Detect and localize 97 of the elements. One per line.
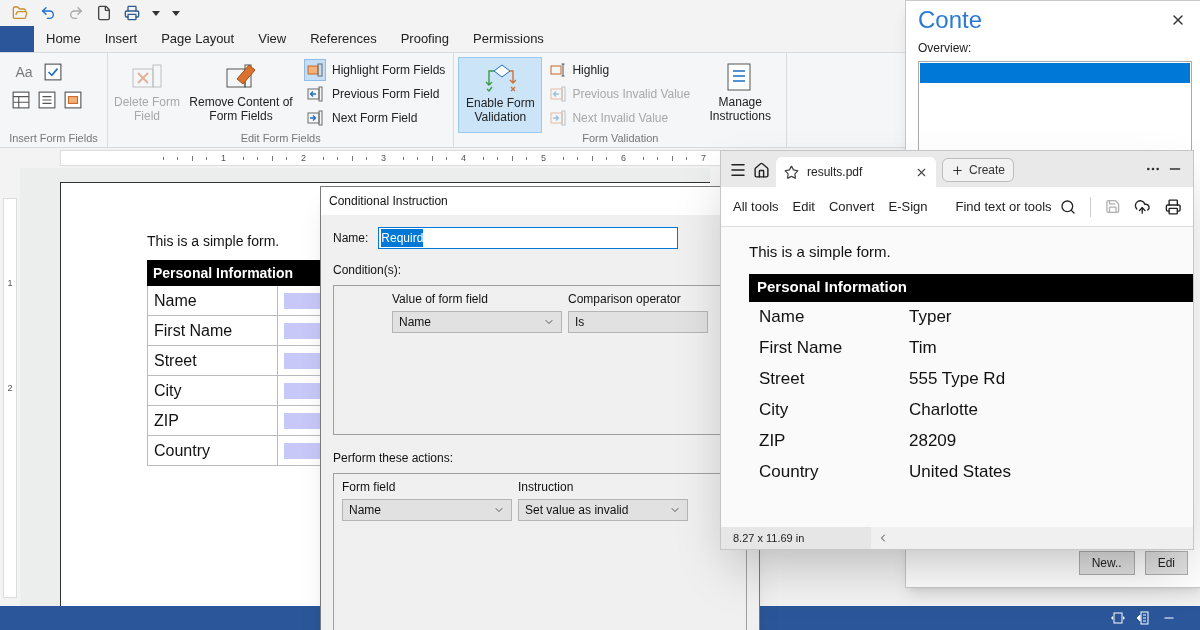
text-field-button[interactable]: Aa	[12, 61, 36, 83]
table-cell-text: United States	[909, 461, 1012, 484]
toolbar-menu-item[interactable]: Convert	[828, 196, 875, 217]
star-icon[interactable]	[784, 164, 799, 180]
field-left-arrow-icon	[550, 86, 567, 102]
table-cell: Street	[147, 346, 277, 376]
table-cell-text: First Name	[758, 337, 844, 360]
table-header: Personal Information	[749, 273, 1193, 302]
column-header: Instruction	[518, 479, 575, 496]
ruler-number: 5	[540, 153, 546, 163]
overview-label: Overview:	[918, 40, 972, 57]
page-size-label: 8.27 x 11.69 in	[721, 527, 871, 549]
ribbon-button[interactable]: Remove Content of Form Fields	[186, 57, 296, 133]
group-label: Insert Form Fields	[9, 133, 98, 144]
ruler-number: 4	[460, 153, 466, 163]
folder-icon[interactable]	[12, 5, 28, 21]
ribbon-button[interactable]: Manage Instructions	[698, 57, 783, 133]
ruler-number: 3	[380, 153, 386, 163]
ruler-number: 6	[620, 153, 626, 163]
menu-icon[interactable]	[729, 161, 747, 179]
document-tab[interactable]: results.pdf	[776, 157, 936, 187]
group-label: Edit Form Fields	[240, 133, 321, 144]
table-cell: Name	[147, 286, 277, 316]
print-icon[interactable]	[124, 5, 140, 21]
picture-frame-icon[interactable]	[64, 91, 82, 109]
window-button[interactable]: New..	[1078, 551, 1135, 575]
ruler-number: 7	[700, 153, 706, 163]
table-cell-text: 555 Type Rd	[909, 368, 1006, 391]
checkbox-icon[interactable]	[44, 63, 62, 81]
ribbon-button[interactable]: Next Form Field	[300, 107, 450, 129]
table-cell-text: 28209	[909, 430, 957, 453]
section-label: Perform these actions:	[333, 450, 454, 467]
operator-field[interactable]: Is	[568, 311, 708, 333]
ribbon-button[interactable]: Previous Form Field	[300, 83, 450, 105]
search-button[interactable]: Find text or tools	[955, 196, 1076, 217]
print-icon[interactable]	[1164, 197, 1181, 216]
intro-text: This is a simple form.	[749, 242, 891, 262]
table-icon[interactable]	[12, 91, 30, 109]
fit-page-icon[interactable]	[1110, 610, 1126, 626]
table-cell-text: City	[758, 399, 790, 422]
instruction-dropdown[interactable]: Set value as invalid	[518, 499, 688, 521]
ruler-number: 1	[7, 279, 13, 288]
ruler-number: 2	[300, 153, 306, 163]
field-cursor-icon	[550, 62, 567, 78]
list-icon[interactable]	[38, 91, 56, 109]
name-value: Requird	[381, 229, 424, 247]
ribbon-button[interactable]: Enable Form Validation	[458, 57, 543, 133]
ruler-number: 2	[7, 384, 13, 393]
toolbar-menu-item[interactable]: All tools	[733, 196, 779, 217]
caret-icon[interactable]	[152, 10, 160, 16]
ribbon-tab[interactable]: Permissions	[461, 26, 556, 52]
section-label: Condition(s):	[333, 262, 402, 279]
ribbon-tab[interactable]: View	[246, 26, 299, 52]
column-header: Value of form field	[392, 291, 489, 308]
home-icon[interactable]	[753, 162, 770, 179]
caret-icon[interactable]	[172, 10, 180, 16]
table-cell-text: Charlotte	[909, 399, 978, 422]
table-cell-text: ZIP	[758, 430, 787, 453]
new-document-icon[interactable]	[96, 5, 112, 21]
ribbon-tab[interactable]: Proofing	[388, 26, 462, 52]
plus-icon	[951, 163, 964, 177]
fit-width-icon[interactable]	[1136, 610, 1152, 626]
table-cell-text: Typer	[909, 306, 952, 329]
table-cell: Country	[147, 436, 277, 466]
toolbar-menu-item[interactable]: Edit	[792, 196, 815, 217]
table-cell-text: Street	[758, 368, 806, 391]
field-right-arrow-icon	[550, 110, 567, 126]
window-title: Conte	[918, 5, 983, 35]
intro-text: This is a simple form.	[147, 232, 280, 251]
field-label: Name:	[333, 230, 369, 247]
name-field[interactable]: Requird	[378, 227, 679, 249]
flowchart-icon	[484, 62, 517, 94]
column-header: Comparison operator	[568, 291, 682, 308]
horizontal-scrollbar[interactable]	[871, 527, 1193, 549]
table-cell: City	[147, 376, 277, 406]
ribbon-tab[interactable]: Insert	[92, 26, 150, 52]
column-header: Form field	[342, 479, 397, 496]
table-cell: ZIP	[147, 406, 277, 436]
window-button[interactable]: Edi	[1144, 551, 1188, 575]
ruler-number: 1	[220, 153, 226, 163]
create-button[interactable]: Create	[942, 158, 1015, 182]
field-dropdown[interactable]: Name	[392, 311, 562, 333]
field-dropdown[interactable]: Name	[342, 499, 512, 521]
group-label: Form Validation	[582, 133, 659, 144]
table-cell: First Name	[147, 316, 277, 346]
ribbon-tab[interactable]: References	[298, 26, 389, 52]
table-cell-text: Country	[758, 461, 820, 484]
ribbon-button[interactable]: Highlig	[546, 59, 695, 81]
ribbon-button[interactable]: Highlight Form Fields	[300, 59, 450, 81]
undo-icon[interactable]	[40, 5, 56, 21]
table-cell-text: Tim	[909, 337, 937, 360]
cloud-upload-icon[interactable]	[1134, 197, 1151, 216]
toolbar-menu-item[interactable]: E-Sign	[888, 196, 928, 217]
search-icon	[1059, 198, 1076, 215]
ribbon-tab[interactable]: Home	[34, 26, 93, 52]
ribbon-tab[interactable]: Page Layout	[149, 26, 247, 52]
table-cell-text: Name	[758, 306, 806, 329]
